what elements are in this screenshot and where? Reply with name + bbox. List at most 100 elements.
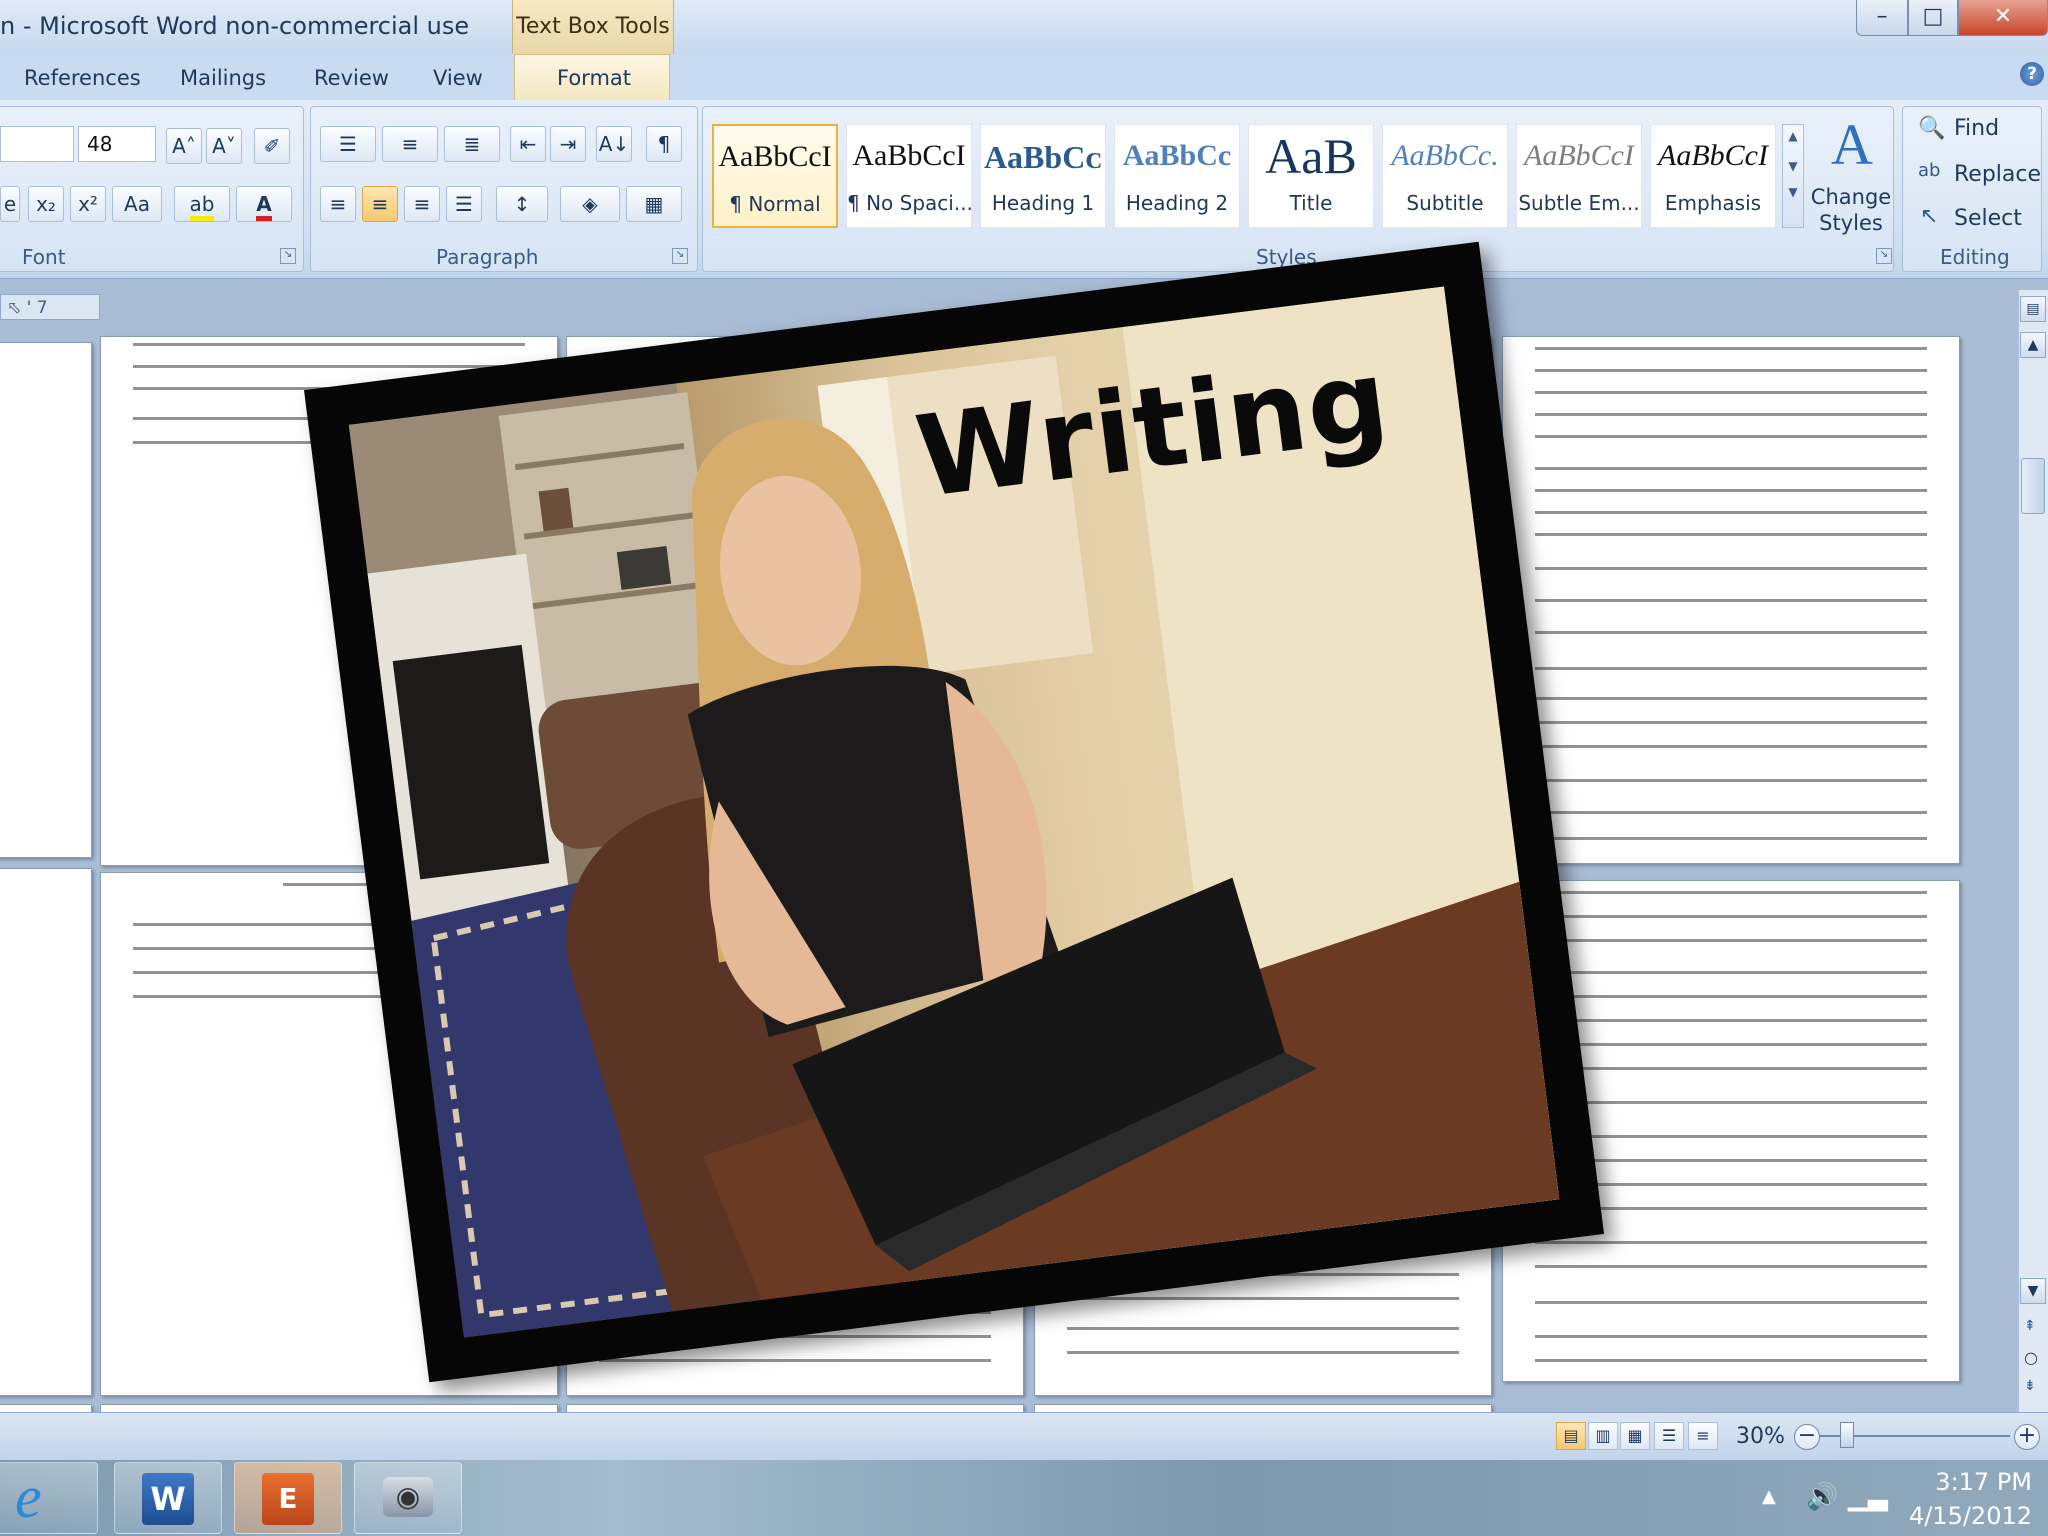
style-title[interactable]: AaB Title — [1248, 124, 1374, 228]
style-name: Emphasis — [1664, 191, 1762, 215]
zoom-slider-thumb[interactable] — [1840, 1422, 1854, 1448]
change-styles-button[interactable]: Change Styles — [1810, 184, 1892, 236]
style-subtle-emphasis[interactable]: AaBbCcI Subtle Em... — [1516, 124, 1642, 228]
style-no-spacing[interactable]: AaBbCcI ¶ No Spaci... — [846, 124, 972, 228]
styles-gallery-scroll[interactable]: ▲ ▼ ▼ — [1782, 124, 1804, 228]
style-sample: AaBbCcI — [1524, 139, 1634, 172]
maximize-button[interactable]: □ — [1908, 0, 1958, 36]
style-sample: AaB — [1265, 128, 1357, 184]
decrease-indent-button[interactable]: ⇤ — [510, 126, 546, 162]
zoom-in-button[interactable]: + — [2014, 1424, 2040, 1450]
clock-date[interactable]: 4/15/2012 — [1890, 1502, 2032, 1530]
editing-group-label: Editing — [1940, 245, 2010, 269]
font-group-label: Font — [22, 245, 66, 269]
show-formatting-button[interactable]: ¶ — [646, 126, 682, 162]
style-name: Title — [1289, 191, 1333, 215]
clock-time[interactable]: 3:17 PM — [1916, 1468, 2032, 1496]
clear-formatting-button[interactable]: ✐ — [254, 128, 290, 164]
increase-indent-button[interactable]: ⇥ — [550, 126, 586, 162]
highlight-icon: ab — [189, 192, 215, 221]
contextual-tab-label: Text Box Tools — [516, 14, 670, 39]
style-subtitle[interactable]: AaBbCc. Subtitle — [1382, 124, 1508, 228]
style-name: Subtitle — [1406, 191, 1484, 215]
line-spacing-button[interactable]: ↕ — [496, 186, 548, 222]
font-name-field[interactable] — [0, 126, 74, 162]
justify-button[interactable]: ☰ — [446, 186, 482, 222]
outline-view-button[interactable]: ☰ — [1654, 1422, 1684, 1450]
font-color-button[interactable]: A — [236, 186, 292, 222]
picture-text-box[interactable]: Writing — [304, 241, 1604, 1383]
style-sample: AaBbCc. — [1391, 139, 1499, 172]
style-emphasis[interactable]: AaBbCcI Emphasis — [1650, 124, 1776, 228]
web-layout-button[interactable]: ▦ — [1620, 1422, 1650, 1450]
tab-references[interactable]: References — [24, 66, 141, 90]
document-page[interactable] — [0, 868, 92, 1396]
document-page[interactable] — [0, 342, 92, 858]
select-button[interactable]: Select — [1954, 206, 2022, 231]
word-icon[interactable]: W — [114, 1462, 222, 1534]
network-icon[interactable]: ▁▃ — [1848, 1482, 1888, 1512]
print-layout-view-button[interactable]: ▤ — [1556, 1422, 1586, 1450]
font-dialog-launcher-icon[interactable]: ↘ — [280, 248, 296, 264]
tab-mailings[interactable]: Mailings — [180, 66, 266, 90]
multilevel-list-button[interactable]: ≣ — [444, 126, 500, 162]
style-name: ¶ No Spaci... — [847, 191, 971, 215]
zoom-out-button[interactable]: − — [1794, 1424, 1820, 1450]
strikethrough-button[interactable]: e — [0, 186, 20, 222]
tab-view[interactable]: View — [433, 66, 483, 90]
paragraph-dialog-launcher-icon[interactable]: ↘ — [672, 248, 688, 264]
style-name: Heading 1 — [991, 191, 1095, 215]
full-screen-reading-button[interactable]: ▥ — [1588, 1422, 1618, 1450]
align-right-button[interactable]: ≡ — [404, 186, 440, 222]
document-page[interactable] — [1502, 336, 1960, 864]
vertical-scroll-thumb[interactable] — [2021, 458, 2045, 514]
show-hidden-icons-icon[interactable]: ▲ — [1762, 1486, 1776, 1507]
scroll-down-button[interactable]: ▼ — [2020, 1278, 2046, 1304]
style-heading-2[interactable]: AaBbCc Heading 2 — [1114, 124, 1240, 228]
previous-page-icon[interactable]: ⇞ — [2024, 1318, 2036, 1334]
tab-format[interactable]: Format — [557, 66, 631, 90]
word-glyph: W — [142, 1473, 194, 1525]
draft-view-button[interactable]: ≡ — [1688, 1422, 1718, 1450]
style-normal[interactable]: AaBbCcI ¶ Normal — [712, 124, 838, 228]
title-bar: n - Microsoft Word non-commercial use Te… — [0, 0, 2048, 55]
camera-icon[interactable]: ◉ — [354, 1462, 462, 1534]
window-title: n - Microsoft Word non-commercial use — [0, 12, 470, 40]
sort-button[interactable]: A↓ — [596, 126, 632, 162]
style-heading-1[interactable]: AaBbCᴄ Heading 1 — [980, 124, 1106, 228]
bullets-button[interactable]: ☰ — [320, 126, 376, 162]
find-button[interactable]: Find — [1954, 116, 1999, 141]
align-left-button[interactable]: ≡ — [320, 186, 356, 222]
styles-dialog-launcher-icon[interactable]: ↘ — [1876, 248, 1892, 264]
ruler-toggle-icon[interactable]: ▤ — [2020, 296, 2046, 322]
style-sample: AaBbCcI — [1658, 139, 1768, 172]
internet-explorer-icon[interactable]: e — [0, 1462, 98, 1534]
superscript-button[interactable]: x² — [70, 186, 106, 222]
shrink-font-button[interactable]: A˅ — [206, 128, 242, 164]
zoom-level[interactable]: 30% — [1736, 1424, 1785, 1449]
help-icon[interactable]: ? — [2020, 62, 2044, 86]
presentation-icon[interactable]: E — [234, 1462, 342, 1534]
font-size-field[interactable]: 48 — [78, 126, 156, 162]
numbering-button[interactable]: ≡ — [382, 126, 438, 162]
ruler[interactable]: ⬁ ' 7 — [0, 294, 100, 320]
grow-font-button[interactable]: A˄ — [166, 128, 202, 164]
replace-icon: ab — [1918, 160, 1941, 181]
subscript-button[interactable]: x₂ — [28, 186, 64, 222]
volume-icon[interactable]: 🔊 — [1806, 1482, 1838, 1512]
replace-button[interactable]: Replace — [1954, 162, 2041, 187]
borders-button[interactable]: ▦ — [626, 186, 682, 222]
scroll-up-button[interactable]: ▲ — [2020, 332, 2046, 358]
highlight-button[interactable]: ab — [174, 186, 230, 222]
next-page-icon[interactable]: ⇟ — [2024, 1378, 2036, 1394]
align-center-button[interactable]: ≡ — [362, 186, 398, 222]
close-button[interactable]: ✕ — [1958, 0, 2048, 36]
shading-button[interactable]: ◈ — [560, 186, 620, 222]
select-browse-object-icon[interactable]: ○ — [2024, 1348, 2038, 1367]
tab-review[interactable]: Review — [314, 66, 389, 90]
style-name: Heading 2 — [1125, 191, 1229, 215]
ie-glyph: e — [15, 1464, 42, 1530]
photo-woman-writing-at-laptop: Writing — [348, 286, 1560, 1338]
change-case-button[interactable]: Aa — [112, 186, 162, 222]
minimize-button[interactable]: – — [1856, 0, 1908, 36]
